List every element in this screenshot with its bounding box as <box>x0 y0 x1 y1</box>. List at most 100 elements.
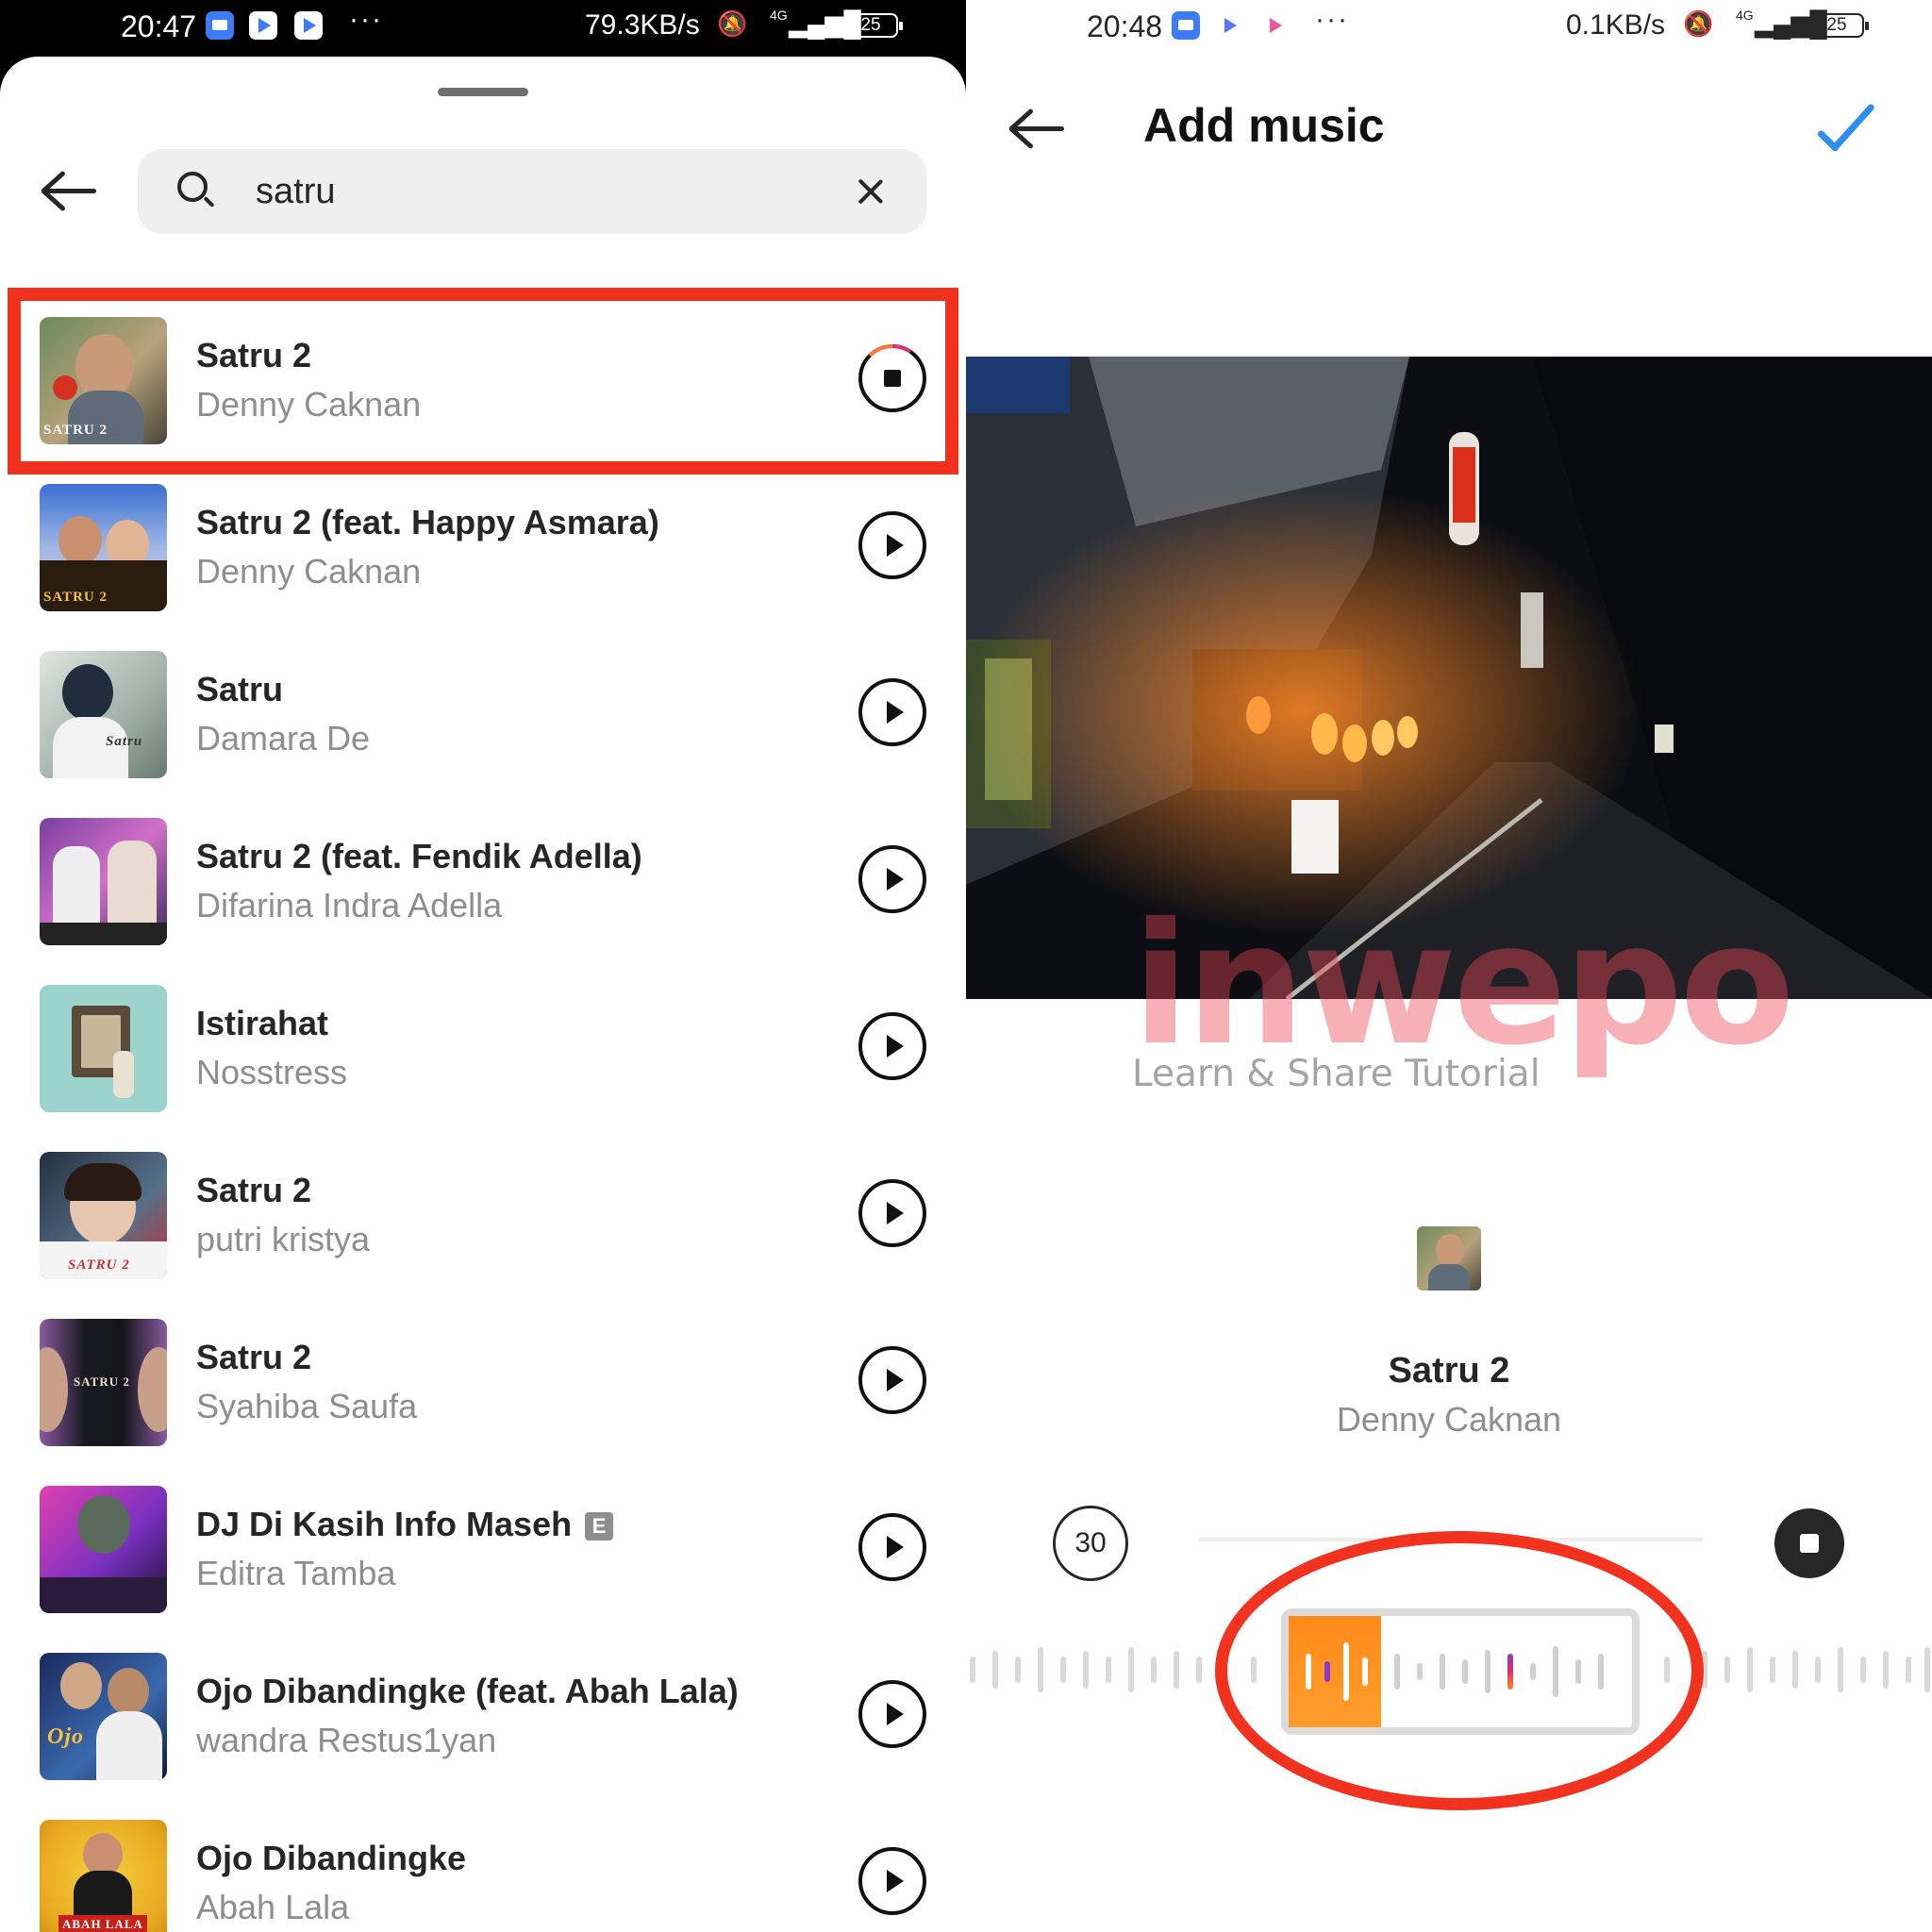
status-time: 20:48 <box>1087 9 1163 43</box>
search-bar[interactable] <box>138 149 926 234</box>
album-art-label: SATRU 2 <box>74 1374 130 1389</box>
sheet-drag-handle[interactable] <box>438 88 528 96</box>
list-item[interactable]: SATRU 2 Satru 2 putri kristya <box>0 1152 966 1319</box>
song-title: Satru <box>196 670 284 708</box>
message-app-icon <box>1172 11 1200 40</box>
mute-icon: 🔕 <box>1683 9 1714 38</box>
album-art: SATRU 2 <box>40 1152 167 1279</box>
play-preview-button[interactable] <box>858 678 926 746</box>
album-art <box>40 818 167 945</box>
album-art <box>40 985 167 1112</box>
album-art-label: SATRU 2 <box>43 590 108 605</box>
song-title: DJ Di Kasih Info Maseh E <box>196 1505 614 1544</box>
night-street-image <box>966 357 1932 999</box>
song-title: Ojo Dibandingke <box>196 1839 467 1877</box>
list-item[interactable]: Istirahat Nosstress <box>0 985 966 1152</box>
message-app-icon <box>206 11 234 40</box>
song-artist: Editra Tamba <box>196 1554 396 1592</box>
list-item[interactable]: Satru 2 (feat. Fendik Adella) Difarina I… <box>0 818 966 985</box>
song-artist: Nosstress <box>196 1053 348 1091</box>
watermark-tagline: Learn & Share Tutorial <box>1132 1053 1541 1095</box>
list-item[interactable]: ABAH LALA Ojo Dibandingke Abah Lala <box>0 1820 966 1932</box>
song-artist: wandra Restus1yan <box>196 1721 497 1759</box>
clip-duration-button[interactable]: 30 <box>1053 1506 1128 1581</box>
album-art-label: Ojo <box>47 1724 84 1749</box>
song-artist: Syahiba Saufa <box>196 1387 418 1425</box>
album-art <box>40 1486 167 1613</box>
play-icon <box>887 701 904 724</box>
check-icon[interactable] <box>1815 103 1881 153</box>
page-title: Add music <box>1143 99 1385 152</box>
list-item[interactable]: SATRU 2 Satru 2 Syahiba Saufa <box>0 1319 966 1486</box>
song-title: Ojo Dibandingke (feat. Abah Lala) <box>196 1672 739 1710</box>
add-music-screen: 20:48 ··· 0.1KB/s 🔕 4G ▂▄▆█ 25 Add music <box>966 0 1932 1932</box>
album-art: ABAH LALA <box>40 1820 167 1932</box>
battery-icon: 25 <box>843 13 903 38</box>
song-title: Istirahat <box>196 1004 329 1042</box>
album-art: Satru <box>40 651 167 778</box>
play-preview-button[interactable] <box>858 1680 926 1748</box>
annotation-highlight-box <box>8 288 958 475</box>
more-notifications-icon: ··· <box>1315 4 1349 35</box>
album-art: SATRU 2 <box>40 484 167 611</box>
play-icon <box>887 1870 904 1892</box>
video-app-icon <box>294 11 323 40</box>
play-preview-button[interactable] <box>858 1346 926 1414</box>
list-item[interactable]: DJ Di Kasih Info Maseh E Editra Tamba <box>0 1486 966 1653</box>
play-preview-button[interactable] <box>858 845 926 913</box>
play-icon <box>887 1202 904 1224</box>
song-artist: Difarina Indra Adella <box>196 886 503 924</box>
song-artist: putri kristya <box>196 1220 371 1258</box>
album-art: SATRU 2 <box>40 1319 167 1446</box>
album-art-label: SATRU 2 <box>68 1257 130 1273</box>
status-bar: 20:47 ··· 79.3KB/s 🔕 4G ▂▄▆█ 25 <box>0 0 966 58</box>
video-app-icon <box>1215 11 1243 40</box>
play-preview-button[interactable] <box>858 1847 926 1915</box>
play-icon <box>887 1369 904 1391</box>
back-arrow-icon[interactable] <box>1008 106 1066 151</box>
selected-song-artist: Denny Caknan <box>1336 1400 1562 1439</box>
play-preview-button[interactable] <box>858 511 926 579</box>
album-art-label: ABAH LALA <box>58 1915 147 1932</box>
explicit-badge: E <box>585 1512 614 1541</box>
album-art-label: Satru <box>106 734 143 749</box>
play-icon <box>887 1703 904 1725</box>
status-bar: 20:48 ··· 0.1KB/s 🔕 4G ▂▄▆█ 25 <box>966 0 1932 58</box>
stop-playback-button[interactable] <box>1774 1508 1844 1578</box>
selected-song-title: Satru 2 <box>1388 1351 1510 1391</box>
song-artist: Abah Lala <box>196 1888 350 1926</box>
back-arrow-icon[interactable] <box>40 168 98 213</box>
song-title-text: DJ Di Kasih Info Maseh <box>196 1505 573 1543</box>
song-title: Satru 2 <box>196 1338 312 1376</box>
play-icon <box>887 1035 904 1058</box>
search-input[interactable] <box>256 164 784 219</box>
list-item[interactable]: Ojo Ojo Dibandingke (feat. Abah Lala) wa… <box>0 1653 966 1820</box>
video-app-icon <box>1260 11 1289 40</box>
network-speed: 79.3KB/s <box>585 9 700 41</box>
annotation-highlight-oval <box>1215 1531 1704 1810</box>
battery-icon: 25 <box>1809 13 1869 38</box>
play-preview-button[interactable] <box>858 1513 926 1581</box>
song-title: Satru 2 (feat. Fendik Adella) <box>196 837 642 875</box>
selected-album-art <box>1417 1226 1481 1291</box>
list-item[interactable]: SATRU 2 Satru 2 (feat. Happy Asmara) Den… <box>0 484 966 651</box>
stop-icon <box>1800 1534 1819 1553</box>
play-preview-button[interactable] <box>858 1179 926 1247</box>
status-time: 20:47 <box>121 9 197 43</box>
play-icon <box>887 868 904 891</box>
play-icon <box>887 534 904 557</box>
play-preview-button[interactable] <box>858 1012 926 1080</box>
album-art: Ojo <box>40 1653 167 1780</box>
play-icon <box>887 1536 904 1558</box>
song-artist: Denny Caknan <box>196 552 422 591</box>
song-title: Satru 2 (feat. Happy Asmara) <box>196 503 659 541</box>
music-search-screen: 20:47 ··· 79.3KB/s 🔕 4G ▂▄▆█ 25 satru SA… <box>0 0 966 1932</box>
song-title: Satru 2 <box>196 1171 312 1209</box>
mute-icon: 🔕 <box>717 9 748 38</box>
story-photo-preview <box>966 357 1932 999</box>
network-type: 4G <box>770 8 788 23</box>
list-item[interactable]: Satru Satru Damara De <box>0 651 966 818</box>
video-app-icon <box>249 11 277 40</box>
song-artist: Damara De <box>196 719 371 758</box>
clear-icon[interactable] <box>857 177 885 206</box>
